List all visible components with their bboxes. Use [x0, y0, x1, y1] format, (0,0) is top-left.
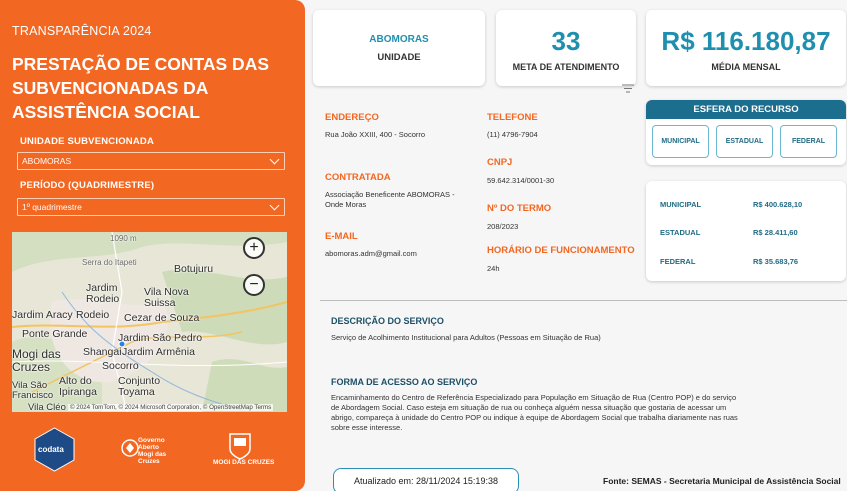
contratada-label: CONTRATADA: [325, 172, 391, 183]
meta-card-label: META DE ATENDIMENTO: [512, 62, 620, 72]
gam-logo-line: Governo: [138, 437, 165, 444]
map-label: Conjunto Toyama: [118, 375, 161, 398]
media-card-value: R$ 116.180,87: [661, 26, 831, 56]
map-label: Jardim Armênia: [122, 346, 195, 358]
endereco-value: Rua João XXIII, 400 - Socorro: [325, 130, 426, 139]
page-title: PRESTAÇÃO DE CONTAS DAS SUBVENCIONADAS D…: [12, 54, 270, 122]
horario-label: HORÁRIO DE FUNCIONAMENTO: [487, 245, 635, 256]
gam-logo-line: Cruzes: [138, 458, 160, 465]
periodo-select[interactable]: 1º quadrimestre: [17, 198, 285, 216]
unidade-card: ABOMORAS UNIDADE: [313, 10, 485, 86]
total-value: R$ 35.683,76: [753, 257, 799, 266]
map-label: Jardim São Pedro: [118, 332, 203, 344]
map-label: Rodeio: [76, 309, 110, 321]
unidade-select-value: ABOMORAS: [22, 156, 72, 166]
filter-panel: TRANSPARÊNCIA 2024 PRESTAÇÃO DE CONTAS D…: [0, 0, 305, 491]
map-label: Ponte Grande: [22, 328, 88, 340]
cnpj-value: 59.642.314/0001-30: [487, 176, 555, 185]
termo-value: 208/2023: [487, 222, 519, 231]
servico-title: DESCRIÇÃO DO SERVIÇO: [331, 316, 444, 326]
unidade-filter-label: UNIDADE SUBVENCIONADA: [20, 136, 155, 147]
map-label: Cezar de Souza: [124, 312, 200, 324]
filter-icon[interactable]: [622, 84, 634, 94]
map-label: 1090 m: [110, 234, 137, 243]
termo-label: Nº DO TERMO: [487, 203, 552, 214]
map-label: Vila Cléo: [28, 402, 66, 412]
esfera-slicer: ESFERA DO RECURSO MUNICIPAL ESTADUAL FED…: [646, 100, 846, 165]
periodo-filter-label: PERÍODO (QUADRIMESTRE): [20, 180, 155, 191]
dashboard: { "left_panel": { "kicker": "TRANSPARÊNC…: [0, 0, 847, 491]
email-value: abomoras.adm@gmail.com: [325, 249, 417, 258]
zoom-in-button[interactable]: +: [243, 237, 265, 259]
esfera-button-municipal[interactable]: MUNICIPAL: [652, 125, 709, 158]
gam-logo-line: Mogi das: [138, 451, 167, 458]
acesso-text: Encaminhamento do Centro de Referência E…: [331, 393, 738, 432]
unidade-select[interactable]: ABOMORAS: [17, 152, 285, 170]
periodo-select-value: 1º quadrimestre: [22, 202, 82, 212]
servico-text: Serviço de Acolhimento Institucional par…: [331, 333, 601, 342]
esfera-button-federal[interactable]: FEDERAL: [780, 125, 837, 158]
total-value: R$ 400.628,10: [753, 200, 803, 209]
map-label: Jardim Rodeio: [86, 282, 120, 305]
map-label: Alto do Ipiranga: [59, 375, 97, 398]
updated-badge: Atualizado em: 28/11/2024 15:19:38: [333, 468, 519, 491]
mogi-das-cruzes-logo-text: MOGI DAS CRUZES: [213, 459, 275, 466]
horario-value: 24h: [487, 264, 500, 273]
chevron-down-icon: [269, 154, 280, 165]
map-label: Socorro: [102, 360, 139, 372]
esfera-button-estadual[interactable]: ESTADUAL: [716, 125, 773, 158]
gam-logo-line: Aberto: [138, 444, 159, 451]
totals-table: MUNICIPAL R$ 400.628,10 ESTADUAL R$ 28.4…: [646, 181, 846, 281]
cnpj-label: CNPJ: [487, 157, 513, 168]
map-label: Botujuru: [174, 263, 214, 275]
map-label: Vila Nova Suissa: [144, 286, 189, 309]
chevron-down-icon: [269, 200, 280, 211]
source-text: Fonte: SEMAS - Secretaria Municipal de A…: [603, 476, 841, 486]
codata-logo-text: codata: [38, 445, 64, 454]
map-label: Serra do Itapeti: [82, 258, 137, 267]
email-label: E-MAIL: [325, 231, 358, 242]
meta-card-value: 33: [551, 26, 581, 56]
total-value: R$ 28.411,60: [753, 228, 798, 237]
total-label: ESTADUAL: [660, 228, 701, 237]
meta-card: 33 META DE ATENDIMENTO: [496, 10, 636, 86]
media-card: R$ 116.180,87 MÉDIA MENSAL: [646, 10, 846, 86]
map-label: Jardim Aracy: [12, 309, 73, 321]
unidade-card-label: UNIDADE: [377, 52, 421, 63]
total-label: MUNICIPAL: [660, 200, 702, 209]
unidade-card-value: ABOMORAS: [369, 34, 429, 45]
section-divider: [320, 300, 847, 301]
zoom-out-button[interactable]: −: [243, 274, 265, 296]
esfera-title: ESFERA DO RECURSO: [646, 100, 846, 119]
media-card-label: MÉDIA MENSAL: [711, 62, 781, 72]
telefone-label: TELEFONE: [487, 112, 538, 123]
contratada-value: Associação Beneficente ABOMORAS - Onde M…: [325, 190, 455, 209]
acesso-title: FORMA DE ACESSO AO SERVIÇO: [331, 377, 478, 387]
map-label: Mogi das Cruzes: [12, 347, 61, 374]
map-label: Shangai: [83, 346, 122, 358]
location-map[interactable]: Serra do Itapeti 1090 m Botujuru Jardim …: [12, 232, 287, 412]
total-label: FEDERAL: [660, 257, 696, 266]
endereco-label: ENDEREÇO: [325, 112, 379, 123]
map-label: Vila São Francisco: [12, 380, 54, 401]
map-attribution[interactable]: © 2024 TomTom, © 2024 Microsoft Corporat…: [68, 404, 274, 411]
kicker-text: TRANSPARÊNCIA 2024: [12, 24, 152, 38]
telefone-value: (11) 4796-7904: [487, 130, 538, 139]
